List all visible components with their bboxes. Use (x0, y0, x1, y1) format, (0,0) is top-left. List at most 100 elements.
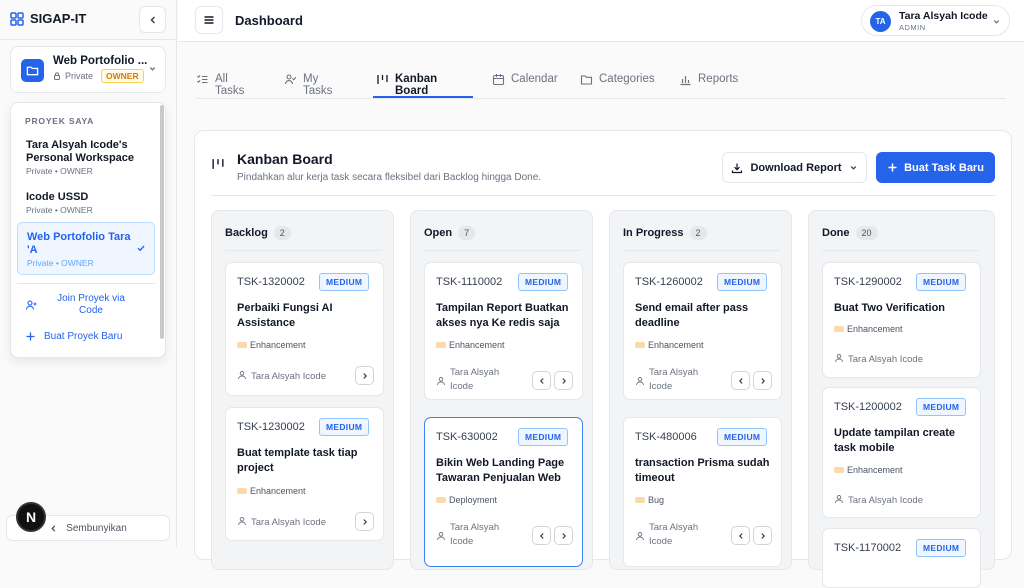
brand-name: SIGAP-IT (30, 11, 87, 26)
download-report-button[interactable]: Download Report (722, 152, 867, 183)
task-card[interactable]: TSK-630002 MEDIUM Bikin Web Landing Page… (424, 417, 583, 567)
project-name: Web Portofolio ... (53, 55, 148, 67)
dropdown-scrollbar[interactable] (160, 105, 164, 339)
project-item-personal[interactable]: Tara Alsyah Icode's Personal Workspace P… (17, 139, 155, 176)
project-item-icode-ussd[interactable]: Icode USSD Private • OWNER (17, 191, 155, 215)
move-left-button[interactable] (532, 526, 551, 545)
plus-icon (887, 162, 898, 173)
assignee-name: Tara Alsyah Icode (649, 522, 699, 547)
move-right-button[interactable] (554, 371, 573, 390)
chevron-left-icon (49, 524, 58, 533)
priority-badge: MEDIUM (916, 273, 967, 291)
join-project-button[interactable]: Join Proyek via Code (25, 293, 137, 317)
task-card[interactable]: TSK-1290002 MEDIUM Buat Two Verification… (822, 262, 981, 378)
priority-badge: MEDIUM (319, 418, 370, 436)
assignee-name: Tara Alsyah Icode (450, 367, 500, 392)
column-count: 7 (458, 226, 476, 240)
tag-icon (237, 342, 247, 348)
project-item-web-portofolio[interactable]: Web Portofolio Tara 'A Private • OWNER (17, 222, 155, 275)
dev-tools-badge[interactable]: N (16, 502, 46, 532)
tab-categories[interactable]: Categories (580, 68, 655, 98)
column-header: Backlog 2 (225, 226, 291, 240)
column-title: Done (822, 227, 850, 239)
hamburger-icon (203, 14, 215, 26)
new-task-button[interactable]: Buat Task Baru (876, 152, 995, 183)
chevron-right-icon (560, 377, 568, 385)
column-title: In Progress (623, 227, 684, 239)
move-right-button[interactable] (355, 512, 374, 531)
chevron-right-icon (759, 377, 767, 385)
tab-label: Categories (599, 73, 655, 85)
project-item-meta: Private • OWNER (26, 205, 93, 215)
move-right-button[interactable] (355, 366, 374, 385)
tab-my-tasks[interactable]: My Tasks (284, 68, 332, 98)
category-tag: Enhancement (436, 340, 505, 350)
move-left-button[interactable] (731, 526, 750, 545)
avatar: TA (870, 11, 891, 32)
check-icon (136, 243, 146, 253)
move-left-button[interactable] (731, 371, 750, 390)
task-card[interactable]: TSK-1170002 MEDIUM (822, 528, 981, 588)
download-report-label: Download Report (750, 161, 842, 174)
move-right-button[interactable] (554, 526, 573, 545)
user-role: ADMIN (899, 23, 926, 32)
tab-reports[interactable]: Reports (679, 68, 738, 98)
priority-badge: MEDIUM (518, 428, 569, 446)
task-title: Update tampilan create task mobile (834, 427, 956, 454)
user-menu[interactable]: TA Tara Alsyah Icode ADMIN (861, 5, 1010, 36)
assignee: Tara Alsyah Icode (436, 521, 506, 549)
user-icon (834, 494, 844, 504)
task-id: TSK-1230002 (237, 421, 305, 433)
project-meta: Private OWNER (53, 69, 144, 83)
task-card[interactable]: TSK-1200002 MEDIUM Update tampilan creat… (822, 387, 981, 518)
tag-icon (436, 497, 446, 503)
lock-icon (53, 72, 61, 80)
chevron-left-icon (538, 377, 546, 385)
task-card[interactable]: TSK-1110002 MEDIUM Tampilan Report Buatk… (424, 262, 583, 400)
dropdown-heading: PROYEK SAYA (25, 116, 95, 126)
category-label: Enhancement (648, 340, 704, 350)
column-done: Done 20 TSK-1290002 MEDIUM Buat Two Veri… (808, 210, 995, 588)
task-card[interactable]: TSK-1260002 MEDIUM Send email after pass… (623, 262, 782, 400)
tag-icon (436, 342, 446, 348)
task-card[interactable]: TSK-1320002 MEDIUM Perbaiki Fungsi AI As… (225, 262, 384, 396)
move-buttons (731, 526, 772, 545)
category-tag: Bug (635, 495, 664, 505)
category-label: Enhancement (847, 324, 903, 334)
priority-badge: MEDIUM (717, 428, 768, 446)
brand[interactable]: SIGAP-IT (10, 11, 86, 26)
column-header: Done 20 (822, 226, 878, 240)
task-title: Buat template task tiap project (237, 447, 358, 474)
tab-kanban-board[interactable]: Kanban Board (376, 68, 437, 98)
dropdown-separator (17, 283, 155, 284)
move-right-button[interactable] (753, 526, 772, 545)
tab-all-tasks[interactable]: All Tasks (196, 68, 244, 98)
column-title: Backlog (225, 227, 268, 239)
menu-button[interactable] (195, 6, 223, 34)
join-project-label: Join Proyek via Code (57, 293, 125, 316)
chevron-right-icon (759, 532, 767, 540)
tag-icon (834, 467, 844, 473)
category-label: Bug (648, 495, 665, 505)
new-project-button[interactable]: Buat Proyek Baru (25, 331, 122, 342)
category-label: Deployment (449, 495, 498, 505)
collapse-sidebar-button[interactable] (139, 6, 166, 33)
move-left-button[interactable] (532, 371, 551, 390)
project-selector[interactable]: Web Portofolio ... Private OWNER (10, 46, 166, 93)
assignee-name: Tara Alsyah Icode (251, 517, 326, 528)
tab-calendar[interactable]: Calendar (492, 68, 558, 98)
assignee-name: Tara Alsyah Icode (848, 495, 923, 506)
hide-sidebar-label: Sembunyikan (66, 522, 127, 534)
column-title: Open (424, 227, 453, 239)
project-item-title: Icode USSD (26, 191, 89, 203)
user-icon (237, 370, 247, 380)
chevron-right-icon (361, 372, 369, 380)
tag-icon (635, 497, 645, 503)
move-right-button[interactable] (753, 371, 772, 390)
project-visibility: Private (65, 71, 94, 81)
move-buttons (532, 526, 573, 545)
task-card[interactable]: TSK-480006 MEDIUM transaction Prisma sud… (623, 417, 782, 567)
task-card[interactable]: TSK-1230002 MEDIUM Buat template task ti… (225, 407, 384, 541)
kanban-icon (211, 157, 225, 171)
assignee-name: Tara Alsyah Icode (848, 354, 923, 365)
